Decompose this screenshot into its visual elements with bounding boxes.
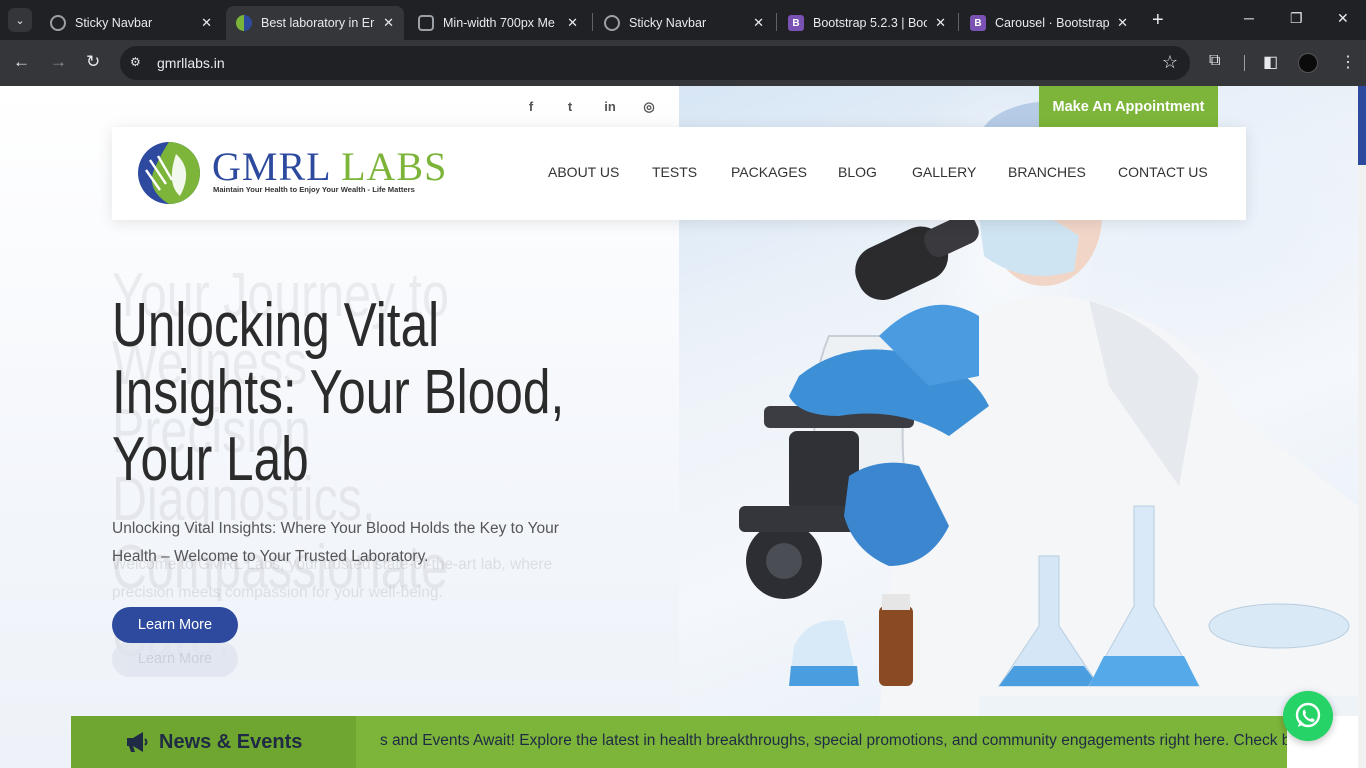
- browser-tab-bar: ⌄ Sticky Navbar ✕ Best laboratory in Ern…: [0, 0, 1366, 40]
- close-tab-icon[interactable]: ✕: [383, 15, 394, 31]
- hero-subtitle: Unlocking Vital Insights: Where Your Blo…: [112, 520, 559, 565]
- logo-tagline: Maintain Your Health to Enjoy Your Wealt…: [213, 185, 415, 194]
- page-scrollbar[interactable]: [1358, 86, 1366, 768]
- browser-tab-6[interactable]: B Carousel · Bootstrap ✕: [960, 6, 1138, 40]
- tab-title: Carousel · Bootstrap: [995, 16, 1110, 30]
- scrollbar-thumb[interactable]: [1358, 86, 1366, 165]
- news-events-bar: News & Events s and Events Await! Explor…: [71, 716, 1287, 768]
- reload-icon[interactable]: ↻: [86, 52, 100, 72]
- site-header: GMRL LABS Maintain Your Health to Enjoy …: [112, 127, 1246, 220]
- close-tab-icon[interactable]: ✕: [753, 15, 764, 31]
- nav-packages[interactable]: PACKAGES: [731, 164, 807, 180]
- close-tab-icon[interactable]: ✕: [201, 15, 212, 31]
- close-tab-icon[interactable]: ✕: [1117, 15, 1128, 31]
- gmrl-favicon-icon: [236, 15, 252, 31]
- toolbar-divider: [1244, 55, 1245, 71]
- tab-title: Min-width 700px Me: [443, 16, 555, 30]
- tab-title: Sticky Navbar: [629, 16, 707, 30]
- logo-wordmark[interactable]: GMRL LABS: [212, 143, 447, 190]
- site-info-icon[interactable]: ⚙: [130, 55, 146, 71]
- menu-dots-icon[interactable]: ⋮: [1340, 52, 1356, 72]
- restore-icon[interactable]: ❐: [1290, 10, 1303, 27]
- logo-text-labs: LABS: [341, 144, 448, 189]
- side-panel-icon[interactable]: ◧: [1263, 52, 1278, 72]
- tab-title: Sticky Navbar: [75, 16, 153, 30]
- learn-more-button[interactable]: Learn More: [112, 607, 238, 643]
- linkedin-icon[interactable]: in: [602, 99, 618, 115]
- gmrl-logo-icon[interactable]: [136, 140, 202, 206]
- facebook-icon[interactable]: f: [523, 99, 539, 115]
- address-bar[interactable]: ⚙ gmrllabs.in ☆: [120, 46, 1190, 80]
- tab-title: Best laboratory in Ern: [261, 16, 376, 30]
- browser-tab-2-active[interactable]: Best laboratory in Ern ✕: [226, 6, 404, 40]
- bootstrap-icon: B: [970, 15, 986, 31]
- browser-tab-4[interactable]: Sticky Navbar ✕: [594, 6, 774, 40]
- browser-tab-1[interactable]: Sticky Navbar ✕: [40, 6, 222, 40]
- profile-avatar[interactable]: [1298, 53, 1318, 73]
- forward-icon[interactable]: →: [50, 52, 67, 72]
- news-ticker-text[interactable]: s and Events Await! Explore the latest i…: [380, 732, 1287, 750]
- nav-branches[interactable]: BRANCHES: [1008, 164, 1086, 180]
- news-events-label: News & Events: [71, 716, 356, 768]
- browser-toolbar: ← → ↻ ⚙ gmrllabs.in ☆ ⧉ ◧ ⋮: [0, 40, 1366, 86]
- learn-more-button-previous-slide: Learn More: [112, 641, 238, 677]
- megaphone-icon: [127, 732, 148, 752]
- make-appointment-button[interactable]: Make An Appointment: [1039, 86, 1218, 127]
- tab-separator: [958, 13, 959, 31]
- nav-gallery[interactable]: GALLERY: [912, 164, 976, 180]
- tab-title: Bootstrap 5.2.3 | Boo: [813, 16, 928, 30]
- url-text[interactable]: gmrllabs.in: [157, 55, 225, 71]
- webpage-viewport: f t in ◎ Make An Appointment GMRL LABS M…: [0, 86, 1366, 768]
- bootstrap-icon: B: [788, 15, 804, 31]
- nav-blog[interactable]: BLOG: [838, 164, 877, 180]
- bookmark-star-icon[interactable]: ☆: [1162, 52, 1178, 73]
- close-window-icon[interactable]: ✕: [1337, 10, 1349, 27]
- tab-search-button[interactable]: ⌄: [8, 8, 32, 32]
- close-tab-icon[interactable]: ✕: [935, 15, 946, 31]
- browser-tab-5[interactable]: B Bootstrap 5.2.3 | Boo ✕: [778, 6, 956, 40]
- browser-tab-3[interactable]: Min-width 700px Me ✕: [408, 6, 588, 40]
- new-tab-icon[interactable]: +: [1152, 10, 1164, 30]
- instagram-icon[interactable]: ◎: [641, 99, 657, 115]
- minimize-icon[interactable]: ─: [1244, 10, 1254, 26]
- nav-about-us[interactable]: ABOUT US: [548, 164, 619, 180]
- chatgpt-icon: [418, 15, 434, 31]
- twitter-icon[interactable]: t: [562, 99, 578, 115]
- globe-icon: [604, 15, 620, 31]
- close-tab-icon[interactable]: ✕: [567, 15, 578, 31]
- tab-separator: [592, 13, 593, 31]
- news-events-title: News & Events: [159, 730, 303, 753]
- whatsapp-chat-button[interactable]: [1283, 691, 1333, 741]
- extensions-icon[interactable]: ⧉: [1209, 52, 1220, 70]
- back-icon[interactable]: ←: [13, 52, 30, 72]
- globe-icon: [50, 15, 66, 31]
- logo-text-gmrl: GMRL: [212, 144, 331, 189]
- nav-tests[interactable]: TESTS: [652, 164, 697, 180]
- tab-separator: [776, 13, 777, 31]
- nav-contact-us[interactable]: CONTACT US: [1118, 164, 1208, 180]
- hero-title: Unlocking Vital Insights: Your Blood, Yo…: [112, 291, 565, 494]
